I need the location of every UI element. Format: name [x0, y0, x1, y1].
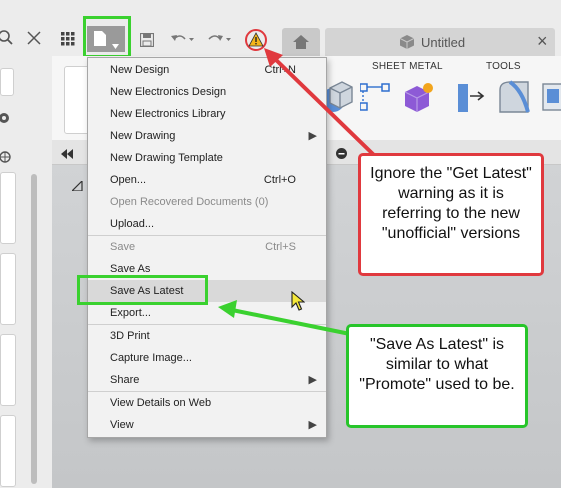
save-as-latest-callout-text: "Save As Latest" is similar to what "Pro…	[359, 336, 515, 393]
red-arrow	[264, 48, 379, 160]
save-as-latest-callout: "Save As Latest" is similar to what "Pro…	[346, 324, 528, 428]
warning-callout: Ignore the "Get Latest" warning as it is…	[358, 153, 544, 276]
green-arrow	[218, 300, 351, 336]
warning-callout-text: Ignore the "Get Latest" warning as it is…	[370, 165, 532, 242]
